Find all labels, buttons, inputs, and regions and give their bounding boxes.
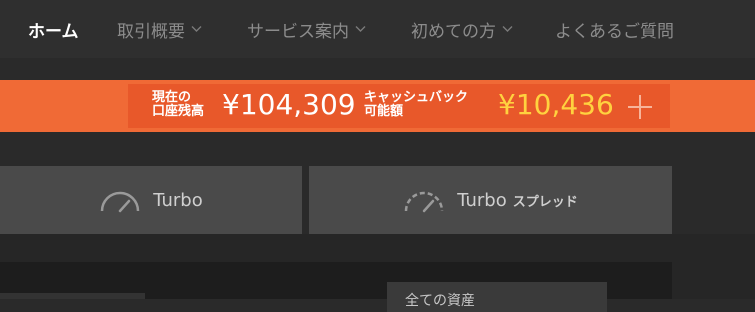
tab-suffix: スプレッド <box>512 194 578 210</box>
tab-turbo-spread[interactable]: Turbo スプレッド <box>309 166 672 234</box>
plus-icon[interactable] <box>626 93 654 121</box>
cashback-label-line1: キャッシュバック <box>364 90 469 105</box>
nav-item-label: 初めての方 <box>411 21 496 42</box>
nav-item-label: ホーム <box>28 21 79 42</box>
cashback-label: キャッシュバック 可能額 <box>364 91 468 119</box>
content-strip <box>0 293 145 299</box>
chevron-down-icon <box>355 26 366 32</box>
gauge-dashed-icon <box>404 191 444 213</box>
header-spacer <box>0 58 755 80</box>
tab-label: Turbo <box>457 189 507 211</box>
balance-label-line1: 現在の <box>152 90 192 105</box>
nav-item-home[interactable]: ホーム <box>28 17 79 42</box>
nav-item-beginners[interactable]: 初めての方 <box>411 17 513 42</box>
cashback-label-line2: 可能額 <box>364 104 404 119</box>
asset-filter-select[interactable]: 全ての資産 <box>387 282 607 312</box>
balance-amount: ¥104,309 <box>222 88 356 121</box>
tab-label: Turbo <box>153 189 203 211</box>
nav-item-label: サービス案内 <box>247 21 349 42</box>
cashback-amount: ¥10,436 <box>498 88 614 121</box>
nav-item-label: 取引概要 <box>117 21 185 42</box>
balance-label-line2: 口座残高 <box>152 104 205 119</box>
tab-turbo[interactable]: Turbo <box>0 166 302 234</box>
gauge-icon <box>100 191 140 213</box>
chevron-down-icon <box>191 26 202 32</box>
nav-item-label: よくあるご質問 <box>555 21 674 42</box>
nav-item-services[interactable]: サービス案内 <box>247 17 366 42</box>
nav-item-trading-overview[interactable]: 取引概要 <box>117 17 202 42</box>
balance-label: 現在の 口座残高 <box>152 91 204 119</box>
section-spacer <box>0 132 755 166</box>
top-navigation: ホーム 取引概要 サービス案内 初めての方 よくあるご質問 <box>0 0 755 58</box>
nav-item-faq[interactable]: よくあるご質問 <box>555 17 674 42</box>
chevron-down-icon <box>502 26 513 32</box>
